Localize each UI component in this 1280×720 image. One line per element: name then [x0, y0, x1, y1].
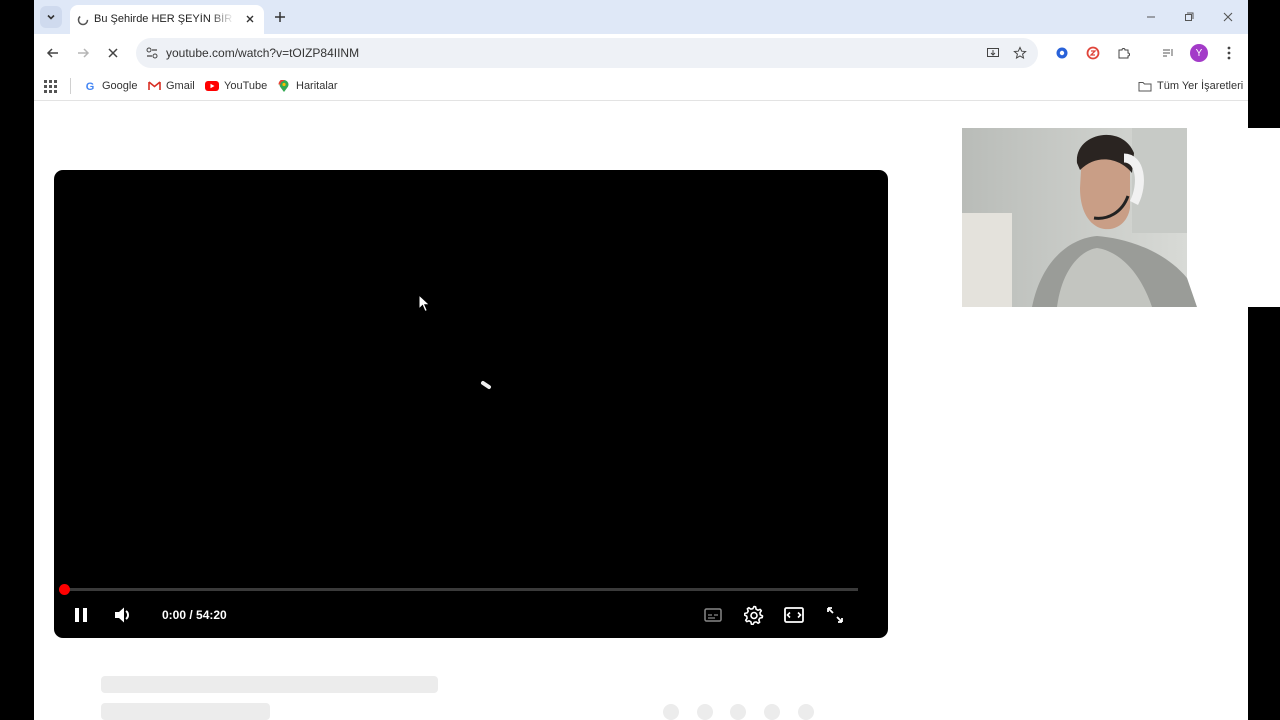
bookmark-star-icon[interactable] — [1008, 41, 1032, 65]
all-bookmarks-button[interactable]: Tüm Yer İşaretleri — [1138, 77, 1243, 95]
install-app-icon[interactable] — [981, 41, 1005, 65]
restore-icon[interactable] — [1176, 4, 1202, 30]
progress-scrubber[interactable] — [59, 584, 70, 595]
volume-button[interactable] — [110, 602, 136, 628]
fullscreen-button[interactable] — [822, 602, 848, 628]
webcam-overlay — [962, 128, 1280, 307]
google-icon: G — [83, 79, 97, 93]
theater-mode-button[interactable] — [781, 602, 807, 628]
loading-spinner-icon — [478, 378, 498, 403]
mouse-cursor-icon — [418, 293, 432, 319]
bookmarks-divider — [70, 78, 71, 94]
bookmark-maps[interactable]: Haritalar — [277, 77, 338, 95]
extensions-puzzle-icon[interactable] — [1112, 41, 1136, 65]
close-icon[interactable] — [1215, 4, 1241, 30]
video-player[interactable]: 0:00 / 54:20 — [54, 170, 888, 638]
loading-favicon-icon — [76, 13, 89, 26]
bookmark-label: Gmail — [166, 80, 195, 92]
extension-red-icon[interactable] — [1081, 41, 1105, 65]
title-skeleton — [101, 676, 438, 693]
minimize-icon[interactable] — [1138, 4, 1164, 30]
browser-window: Bu Şehirde HER ŞEYİN BİR FİYATI VAR — [34, 0, 1248, 720]
action-skeleton — [697, 704, 713, 720]
subtitles-button[interactable] — [700, 602, 726, 628]
apps-grid-icon[interactable] — [44, 77, 57, 95]
tab-strip: Bu Şehirde HER ŞEYİN BİR FİYATI VAR — [34, 0, 1248, 34]
reading-list-icon[interactable] — [1156, 41, 1180, 65]
youtube-icon — [205, 79, 219, 93]
gear-icon — [744, 605, 764, 625]
forward-arrow-icon[interactable] — [71, 41, 95, 65]
bookmarks-bar: G Google Gmail YouTube Haritalar Tüm Yer… — [34, 72, 1248, 101]
tab-title: Bu Şehirde HER ŞEYİN BİR FİYATI VAR — [94, 13, 234, 25]
profile-initial: Y — [1190, 44, 1208, 62]
channel-skeleton — [101, 703, 270, 720]
active-tab[interactable]: Bu Şehirde HER ŞEYİN BİR FİYATI VAR — [70, 5, 264, 34]
plus-icon[interactable] — [270, 7, 290, 27]
extension-blue-icon[interactable] — [1050, 41, 1074, 65]
bookmark-label: YouTube — [224, 80, 268, 92]
fullscreen-icon — [827, 607, 843, 623]
address-bar[interactable]: youtube.com/watch?v=tOIZP84IINM — [136, 38, 1038, 68]
action-skeleton — [764, 704, 780, 720]
bookmark-youtube[interactable]: YouTube — [205, 77, 267, 95]
action-skeleton — [730, 704, 746, 720]
stop-loading-icon[interactable] — [101, 41, 125, 65]
time-display: 0:00 / 54:20 — [162, 608, 227, 622]
volume-icon — [115, 607, 129, 623]
back-arrow-icon[interactable] — [41, 41, 65, 65]
bookmark-label: Google — [102, 80, 138, 92]
site-info-icon[interactable] — [144, 45, 160, 61]
all-bookmarks-label: Tüm Yer İşaretleri — [1157, 80, 1244, 92]
url-text[interactable]: youtube.com/watch?v=tOIZP84IINM — [166, 46, 359, 60]
subtitles-icon — [704, 608, 722, 622]
progress-bar[interactable] — [64, 588, 858, 591]
theater-mode-icon — [784, 607, 804, 623]
settings-button[interactable] — [741, 602, 767, 628]
bookmark-google[interactable]: G Google — [83, 77, 138, 95]
chevron-down-icon[interactable] — [40, 6, 62, 28]
action-skeleton — [798, 704, 814, 720]
svg-text:G: G — [86, 81, 95, 92]
close-icon[interactable] — [242, 11, 258, 27]
toolbar: youtube.com/watch?v=tOIZP84IINM Y — [34, 34, 1248, 72]
pause-button[interactable] — [68, 602, 94, 628]
pause-icon — [75, 608, 87, 622]
folder-icon — [1138, 79, 1152, 93]
bookmark-label: Haritalar — [296, 80, 338, 92]
action-skeleton — [663, 704, 679, 720]
menu-kebab-icon[interactable] — [1217, 41, 1241, 65]
gmail-icon — [147, 79, 161, 93]
profile-avatar[interactable]: Y — [1187, 41, 1211, 65]
maps-icon — [277, 79, 291, 93]
bookmark-gmail[interactable]: Gmail — [147, 77, 195, 95]
